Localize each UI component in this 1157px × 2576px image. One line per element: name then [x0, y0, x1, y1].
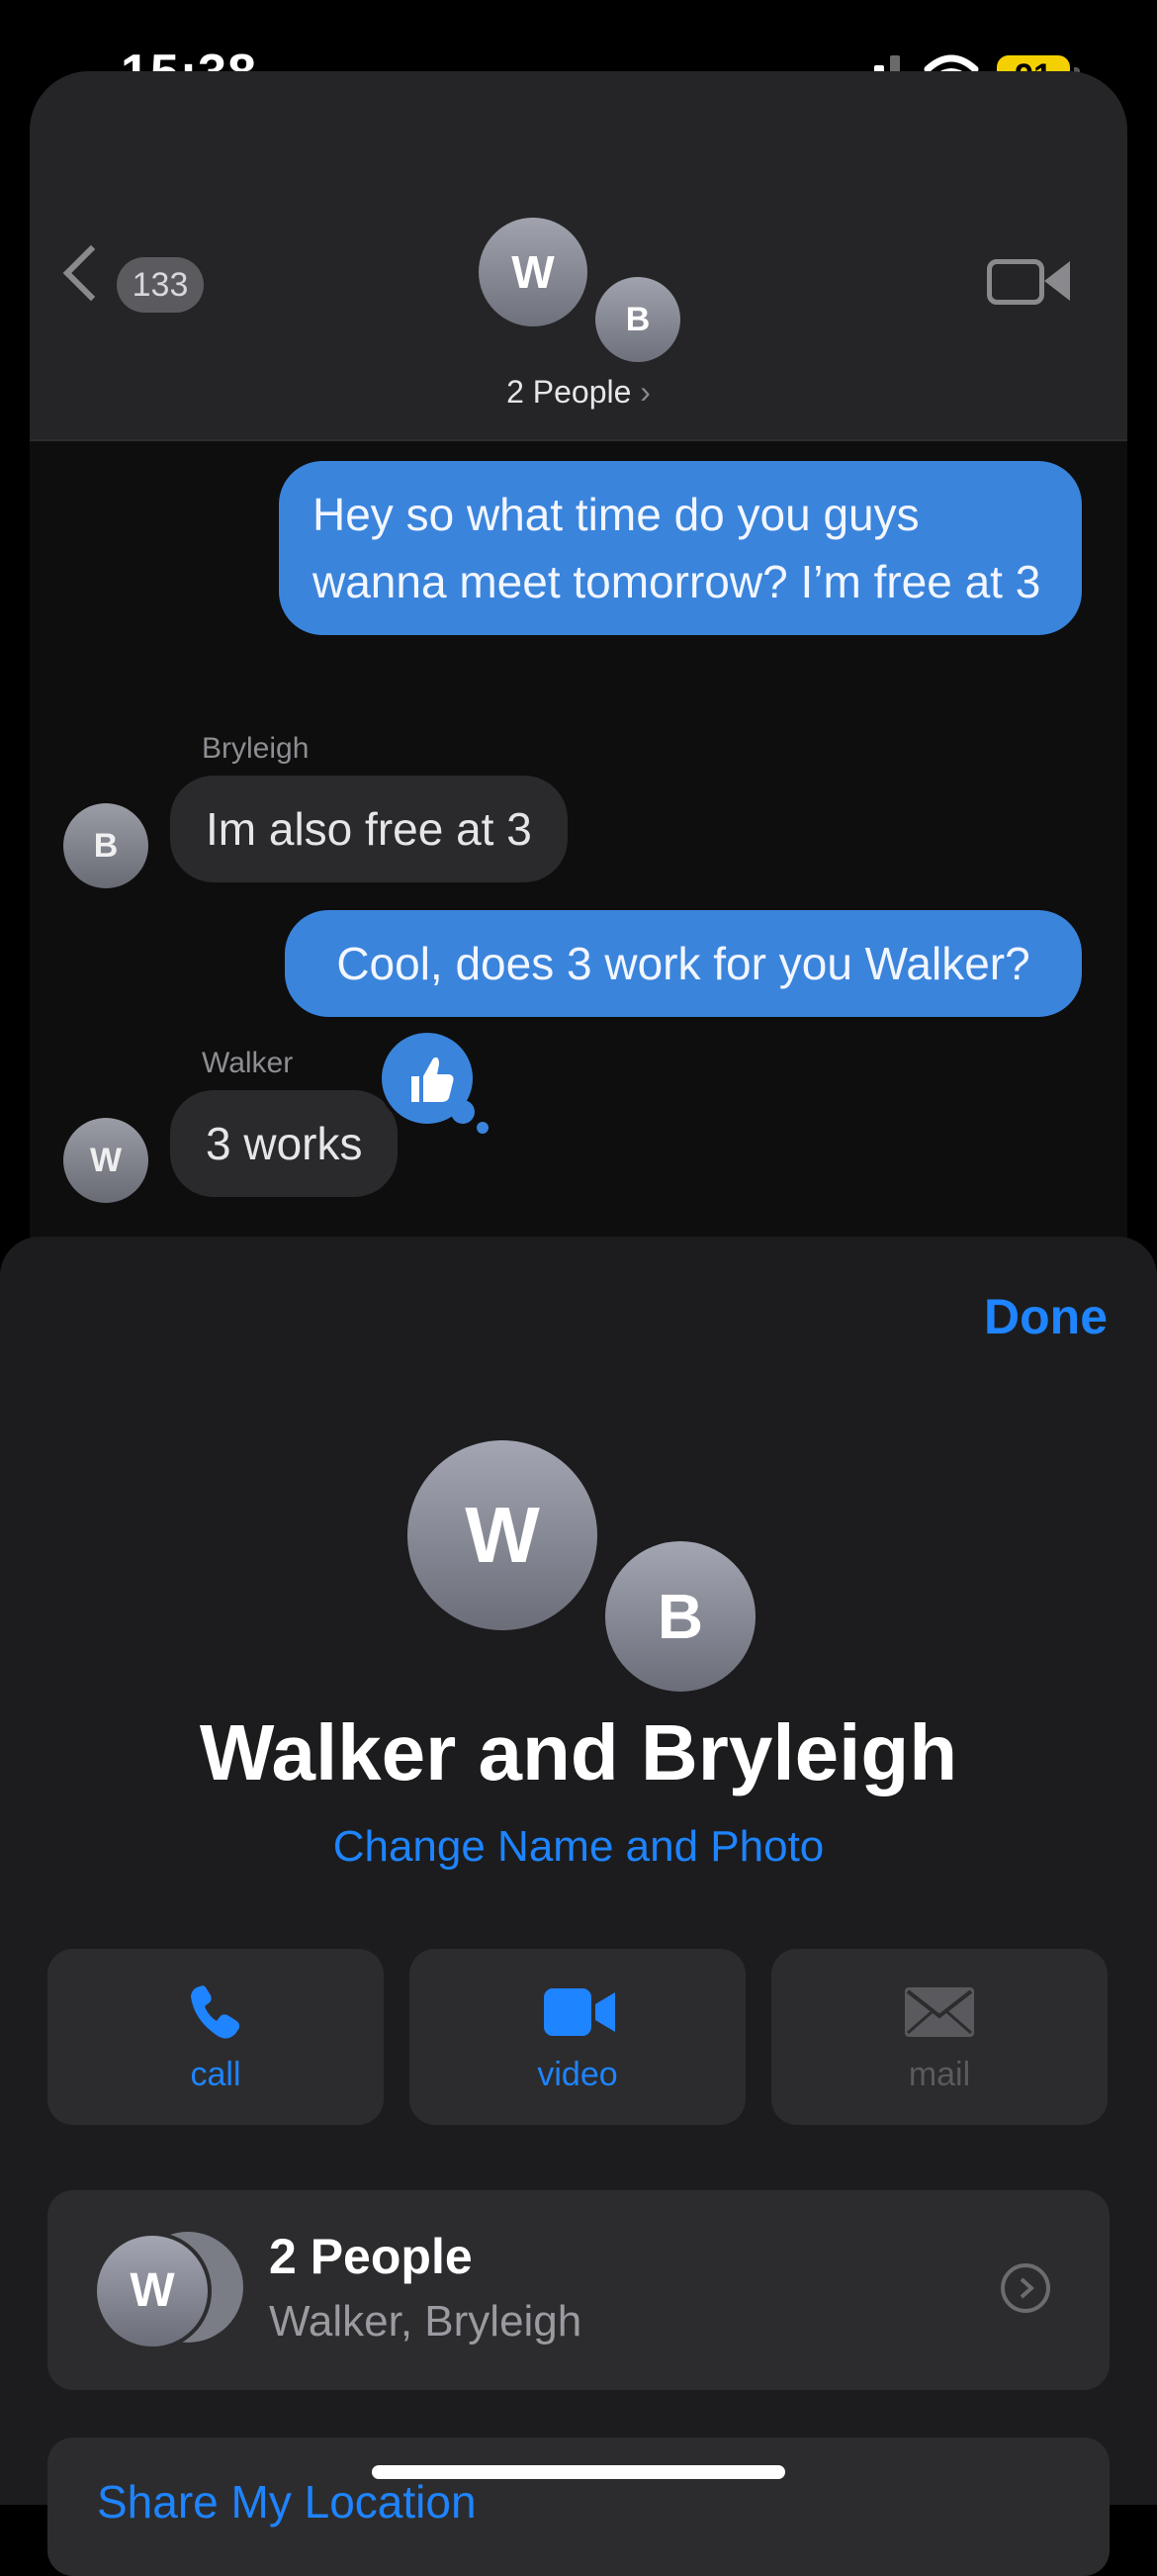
call-button[interactable]: call — [47, 1949, 384, 2125]
tapback-tail — [477, 1122, 489, 1134]
tapback-tail — [451, 1100, 475, 1124]
sender-name: Walker — [202, 1047, 294, 1079]
home-indicator[interactable] — [372, 2465, 785, 2479]
call-label: call — [190, 2056, 241, 2093]
people-row-title: 2 People — [269, 2229, 473, 2284]
sender-avatar[interactable]: W — [63, 1118, 148, 1203]
header-people-link[interactable]: 2 People › — [30, 374, 1127, 411]
outgoing-message-bubble[interactable]: Cool, does 3 work for you Walker? — [285, 910, 1082, 1017]
mail-label: mail — [908, 2056, 971, 2093]
facetime-video-icon-lens — [1044, 261, 1070, 301]
change-name-photo-link[interactable]: Change Name and Photo — [0, 1822, 1157, 1872]
share-location-label[interactable]: Share My Location — [97, 2475, 477, 2529]
conversation-header: 133 W B 2 People › — [30, 71, 1127, 441]
video-camera-icon — [544, 1988, 615, 2036]
header-people-label: 2 People — [506, 374, 632, 410]
envelope-icon — [905, 1987, 974, 2037]
people-row-subtitle: Walker, Bryleigh — [269, 2297, 582, 2346]
outgoing-message-bubble[interactable]: Hey so what time do you guys wanna meet … — [279, 461, 1082, 635]
group-avatar-bryleigh[interactable]: B — [599, 1535, 761, 1698]
mail-button[interactable]: mail — [771, 1949, 1108, 2125]
chevron-right-circle-icon[interactable] — [1001, 2263, 1050, 2313]
done-button[interactable]: Done — [984, 1288, 1108, 1345]
people-row-avatar: W — [93, 2232, 212, 2350]
back-chevron-icon[interactable] — [62, 244, 120, 302]
chevron-right-icon: › — [640, 374, 651, 410]
video-label: video — [537, 2056, 618, 2093]
sender-name: Bryleigh — [202, 732, 310, 765]
header-avatar-walker[interactable]: W — [479, 218, 587, 326]
unread-count-badge[interactable]: 133 — [117, 257, 204, 313]
sender-avatar[interactable]: B — [63, 803, 148, 888]
incoming-message-bubble[interactable]: 3 works — [170, 1090, 399, 1197]
group-name: Walker and Bryleigh — [199, 1708, 958, 1796]
incoming-message-bubble[interactable]: Im also free at 3 — [170, 776, 568, 882]
phone-icon — [191, 1985, 240, 2039]
facetime-video-icon[interactable] — [987, 259, 1044, 305]
video-button[interactable]: video — [409, 1949, 746, 2125]
header-avatar-bryleigh[interactable]: B — [591, 273, 684, 366]
group-avatar-walker[interactable]: W — [407, 1440, 597, 1630]
conversation-view: 133 W B 2 People › Hey so what time do y… — [30, 71, 1127, 1357]
